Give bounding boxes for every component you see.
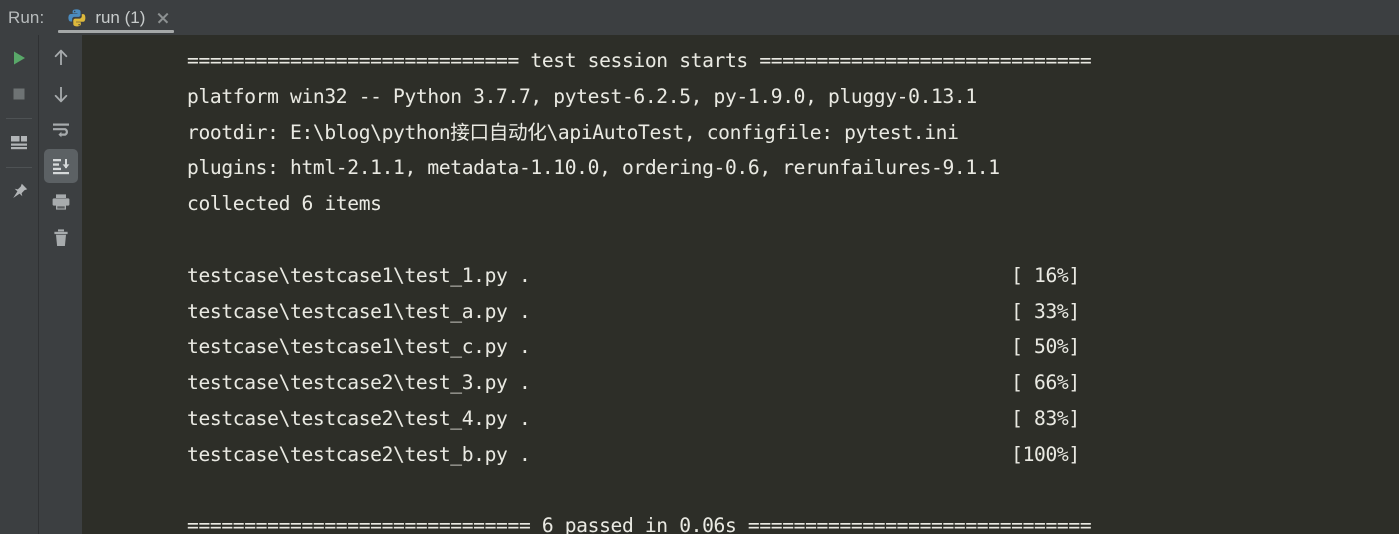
soft-wrap-icon <box>52 123 69 138</box>
console-output-area[interactable]: ============================= test sessi… <box>82 35 1399 534</box>
tab-run-1[interactable]: run (1) <box>58 0 180 35</box>
console-actions-toolbar <box>38 35 82 534</box>
arrow-down-icon <box>54 87 67 103</box>
stop-square-icon <box>13 88 25 100</box>
trash-icon <box>53 229 68 246</box>
toolbar-separator <box>6 167 32 168</box>
restore-layout-button[interactable] <box>2 126 36 160</box>
run-actions-toolbar <box>0 35 38 534</box>
rerun-button[interactable] <box>2 41 36 75</box>
soft-wrap-button[interactable] <box>44 113 78 147</box>
run-tool-window-title: Run: <box>8 7 45 27</box>
run-tool-window-body: ============================= test sessi… <box>0 35 1399 534</box>
scroll-to-end-icon <box>52 159 69 175</box>
tab-label: run (1) <box>95 7 146 27</box>
pin-tab-button[interactable] <box>2 175 36 209</box>
arrow-up-icon <box>54 49 67 65</box>
python-icon <box>68 9 86 27</box>
scroll-to-end-button[interactable] <box>43 149 78 183</box>
run-tool-window: Run: run (1) ===========================… <box>0 0 1399 534</box>
printer-icon <box>52 194 69 210</box>
down-the-stack-trace-button[interactable] <box>44 77 78 111</box>
up-the-stack-trace-button[interactable] <box>44 41 78 75</box>
stop-button[interactable] <box>2 77 36 111</box>
layout-icon <box>11 136 27 150</box>
pytest-console-output: ============================= test sessi… <box>187 49 1092 534</box>
run-tool-window-header: Run: run (1) <box>0 0 1399 35</box>
clear-all-button[interactable] <box>44 221 78 255</box>
play-icon <box>14 51 25 65</box>
print-button[interactable] <box>44 185 78 219</box>
pin-icon <box>13 183 28 198</box>
toolbar-separator <box>6 118 32 119</box>
close-icon[interactable] <box>156 11 170 25</box>
